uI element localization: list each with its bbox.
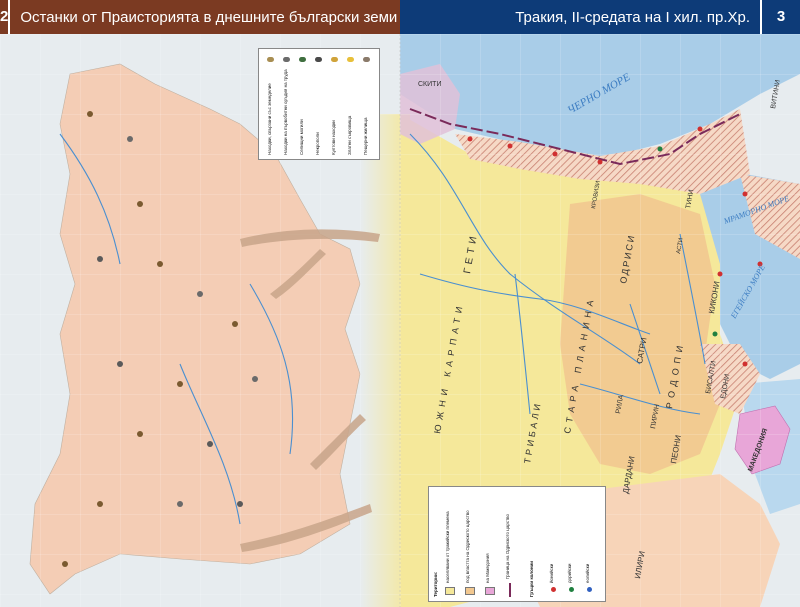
left-page-title: Останки от Праисторията в днешните бълга… — [20, 8, 398, 26]
legend-right-item-8: еолийски — [585, 563, 590, 583]
legend-left-item-4: Некрополи — [315, 132, 320, 155]
legend-left-item-7: Пещерни жилища — [363, 117, 368, 155]
right-page-number: 3 — [760, 0, 800, 34]
gold-treasure-icon — [347, 57, 354, 62]
legend-right-item-2: под властта на Одриското царство — [465, 510, 470, 583]
legend-swatch-odrysian — [465, 587, 475, 595]
legend-right-title: Територии: — [433, 571, 438, 597]
mound-icon — [299, 57, 306, 62]
legend-right-item-5: Гръцки колонии — [529, 560, 534, 597]
cave-icon — [363, 57, 370, 62]
legend-boundary-line — [509, 583, 511, 597]
tribe-label-scythians: СКИТИ — [418, 81, 441, 88]
map-canvas: ЧЕРНО МОРЕ МРАМОРНО МОРЕ ЕГЕЙСКО МОРЕ СК… — [0, 34, 800, 607]
left-page-number: 2 — [0, 0, 11, 34]
cult-icon — [331, 57, 338, 62]
legend-left-item-2: Находки на първобитни оръдия на труда — [283, 69, 288, 155]
legend-right-item-3: на Македония — [485, 553, 490, 583]
right-map-legend: Територии: населявани от тракийски племе… — [428, 486, 606, 602]
right-page-title: Тракия, II-средата на I хил. пр.Хр. — [515, 8, 750, 26]
agriculture-icon — [267, 57, 274, 62]
legend-right-item-7: дорийски — [567, 563, 572, 583]
left-page-header: 2 Останки от Праисторията в днешните бъл… — [0, 0, 400, 34]
legend-left-item-6: Златни съкровища — [347, 115, 352, 155]
left-map-legend: Находки, свързани със земеделие Находки … — [258, 48, 380, 160]
tool-icon — [283, 57, 290, 62]
right-page-header: Тракия, II-средата на I хил. пр.Хр. 3 — [400, 0, 800, 34]
legend-right-item-1: населявани от тракийски племена — [445, 511, 450, 583]
legend-right-item-6: йонийски — [549, 563, 554, 583]
legend-dot-ionian — [551, 587, 556, 592]
legend-left-item-5: Култови находки — [331, 120, 336, 155]
necropolis-icon — [315, 57, 322, 62]
legend-dot-aeolian — [587, 587, 592, 592]
legend-left-item-3: Селищни могили — [299, 119, 304, 155]
legend-dot-dorian — [569, 587, 574, 592]
legend-swatch-macedonia — [485, 587, 495, 595]
legend-left-item-1: Находки, свързани със земеделие — [267, 83, 272, 155]
legend-swatch-thracian — [445, 587, 455, 595]
legend-right-item-4: Граница на Одриското царство — [505, 514, 510, 579]
